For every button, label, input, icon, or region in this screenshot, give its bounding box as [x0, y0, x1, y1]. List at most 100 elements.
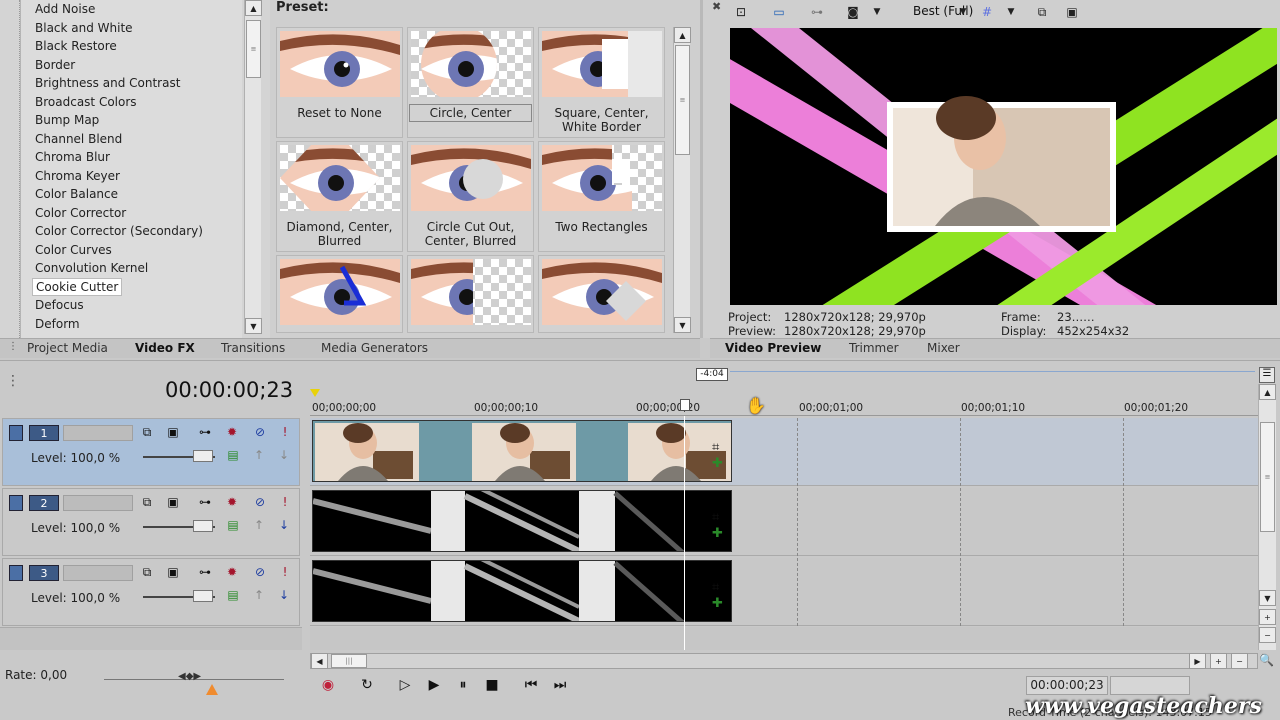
track-collapse-icon[interactable] — [9, 565, 23, 581]
preset-tile[interactable] — [276, 255, 403, 333]
preset-tile[interactable]: Reset to None — [276, 27, 403, 138]
scroll-thumb[interactable]: ||| — [331, 654, 367, 668]
event-pan-crop-icon[interactable]: ⌗ — [712, 440, 719, 455]
solo-icon[interactable]: ! — [277, 424, 293, 440]
timeline-empty-area[interactable] — [310, 627, 1258, 650]
fx-list-item[interactable]: Broadcast Colors — [21, 93, 242, 112]
playhead-handle[interactable] — [680, 399, 690, 411]
video-clip-portrait[interactable] — [312, 420, 732, 482]
make-compositing-child-icon[interactable]: ▤ — [225, 587, 241, 603]
fx-list-item[interactable]: Channel Blend — [21, 130, 242, 149]
video-clip-stripes[interactable] — [312, 490, 732, 552]
fx-list-item[interactable]: Chroma Keyer — [21, 167, 242, 186]
fx-list-item[interactable]: Cookie Cutter — [21, 277, 242, 297]
parent-up-icon[interactable]: ↑ — [251, 587, 267, 603]
copy-snapshot-icon[interactable]: ⧉ — [1033, 3, 1051, 21]
track-header-3[interactable]: 3 ⧉ ▣ ⊶ ✹ ⊘ ! Level: 100,0 % ▤ ↑ ↓ — [2, 558, 300, 626]
track-level-slider-thumb[interactable] — [193, 450, 213, 462]
fx-list-item[interactable]: Chroma Blur — [21, 148, 242, 167]
zoom-out-vertical-button[interactable]: − — [1259, 627, 1276, 643]
play-button[interactable]: ▶ — [424, 676, 444, 694]
preset-tile[interactable]: Square, Center, White Border — [538, 27, 665, 138]
split-screen-icon[interactable]: ⊶ — [808, 3, 826, 21]
track-name-input[interactable] — [63, 565, 133, 581]
solo-icon[interactable]: ! — [277, 494, 293, 510]
parent-up-icon[interactable]: ↑ — [251, 447, 267, 463]
make-compositing-child-icon[interactable]: ▤ — [225, 447, 241, 463]
track-collapse-icon[interactable] — [9, 425, 23, 441]
scroll-left-button[interactable]: ◀ — [311, 653, 328, 669]
preset-tile[interactable] — [407, 255, 534, 333]
tab-mixer[interactable]: Mixer — [927, 341, 960, 355]
track-collapse-icon[interactable] — [9, 495, 23, 511]
record-button[interactable]: ◉ — [318, 676, 338, 694]
preset-tile[interactable]: Two Rectangles — [538, 141, 665, 252]
child-down-icon[interactable]: ↓ — [276, 447, 292, 463]
mute-icon[interactable]: ⊘ — [252, 494, 268, 510]
video-clip-stripes[interactable] — [312, 560, 732, 622]
composite-mode-icon[interactable]: ⊶ — [197, 564, 213, 580]
track-fx-gear-icon[interactable]: ✹ — [224, 564, 240, 580]
track-motion-icon[interactable]: ⧉ — [139, 424, 155, 440]
track-lane-3[interactable]: ⌗ ✚ — [310, 558, 1258, 626]
fx-list-item[interactable]: Black Restore — [21, 37, 242, 56]
preset-tile[interactable] — [538, 255, 665, 333]
track-header-1[interactable]: 1 ⧉ ▣ ⊶ ✹ ⊘ ! Level: 100,0 % ▤ ↑ ↓ — [2, 418, 300, 486]
grid-icon[interactable]: # — [978, 3, 996, 21]
track-level-slider-thumb[interactable] — [193, 520, 213, 532]
scroll-thumb[interactable]: ≡ — [675, 45, 690, 155]
scroll-thumb[interactable]: ≡ — [246, 20, 261, 78]
preset-tile-selected[interactable]: Circle, Center — [407, 27, 534, 138]
loop-playback-button[interactable]: ↻ — [357, 676, 377, 694]
track-name-input[interactable] — [63, 425, 133, 441]
go-to-start-button[interactable]: ⏮ — [521, 676, 541, 694]
child-down-icon[interactable]: ↓ — [276, 517, 292, 533]
fx-list-item[interactable]: Color Corrector (Secondary) — [21, 222, 242, 241]
rate-slider-thumb[interactable]: ◀◆▶ — [178, 671, 201, 682]
event-pan-crop-icon[interactable]: ⌗ — [712, 510, 719, 525]
track-motion-icon[interactable]: ⧉ — [139, 494, 155, 510]
track-fx-icon[interactable]: ▣ — [165, 494, 181, 510]
play-from-start-button[interactable]: ▷ — [395, 676, 415, 694]
event-fx-icon[interactable]: ✚ — [712, 526, 723, 541]
fx-list-item[interactable]: Color Balance — [21, 185, 242, 204]
event-pan-crop-icon[interactable]: ⌗ — [712, 580, 719, 595]
track-fx-gear-icon[interactable]: ✹ — [224, 424, 240, 440]
fx-list-item[interactable]: Color Curves — [21, 241, 242, 260]
composite-mode-icon[interactable]: ⊶ — [197, 494, 213, 510]
track-motion-icon[interactable]: ⧉ — [139, 564, 155, 580]
timeline-hscrollbar[interactable]: ◀ ||| ▶ + − — [310, 653, 1258, 669]
scroll-up-button[interactable]: ▲ — [674, 27, 691, 43]
scroll-up-button[interactable]: ▲ — [245, 0, 262, 16]
zoom-in-vertical-button[interactable]: + — [1259, 609, 1276, 625]
timeline-menu-icon[interactable]: ☰ — [1259, 367, 1275, 383]
solo-icon[interactable]: ! — [277, 564, 293, 580]
stop-button[interactable]: ■ — [482, 676, 502, 694]
make-compositing-child-icon[interactable]: ▤ — [225, 517, 241, 533]
track-fx-gear-icon[interactable]: ✹ — [224, 494, 240, 510]
track-fx-icon[interactable]: ▣ — [165, 424, 181, 440]
fx-list-item[interactable]: Border — [21, 56, 242, 75]
zoom-icon[interactable]: 🔍 — [1259, 653, 1274, 667]
preset-tile[interactable]: Circle Cut Out, Center, Blurred — [407, 141, 534, 252]
fx-list-item[interactable]: Black and White — [21, 19, 242, 38]
track-lane-1[interactable]: ⌗ ✚ — [310, 418, 1258, 486]
fx-list-item[interactable]: Deform — [21, 315, 242, 334]
overlay-icon[interactable]: ◙ — [844, 3, 862, 21]
tab-media-generators[interactable]: Media Generators — [321, 341, 428, 355]
marker-icon[interactable] — [310, 389, 320, 397]
go-to-end-button[interactable]: ⏭ — [550, 676, 570, 694]
tab-project-media[interactable]: Project Media — [27, 341, 108, 355]
preview-properties-icon[interactable]: ⊡ — [732, 3, 750, 21]
fx-list-item[interactable]: Color Corrector — [21, 204, 242, 223]
tab-transitions[interactable]: Transitions — [221, 341, 285, 355]
scroll-down-button[interactable]: ▼ — [245, 318, 262, 334]
event-fx-icon[interactable]: ✚ — [712, 456, 723, 471]
track-lane-2[interactable]: ⌗ ✚ — [310, 488, 1258, 556]
quality-dropdown-icon[interactable]: ▼ — [954, 3, 972, 21]
mute-icon[interactable]: ⊘ — [252, 564, 268, 580]
grid-dropdown-icon[interactable]: ▼ — [1002, 3, 1020, 21]
fx-list-item[interactable]: Convolution Kernel — [21, 259, 242, 278]
pause-button[interactable]: ⏸ — [453, 676, 473, 694]
track-fx-icon[interactable]: ▣ — [165, 564, 181, 580]
